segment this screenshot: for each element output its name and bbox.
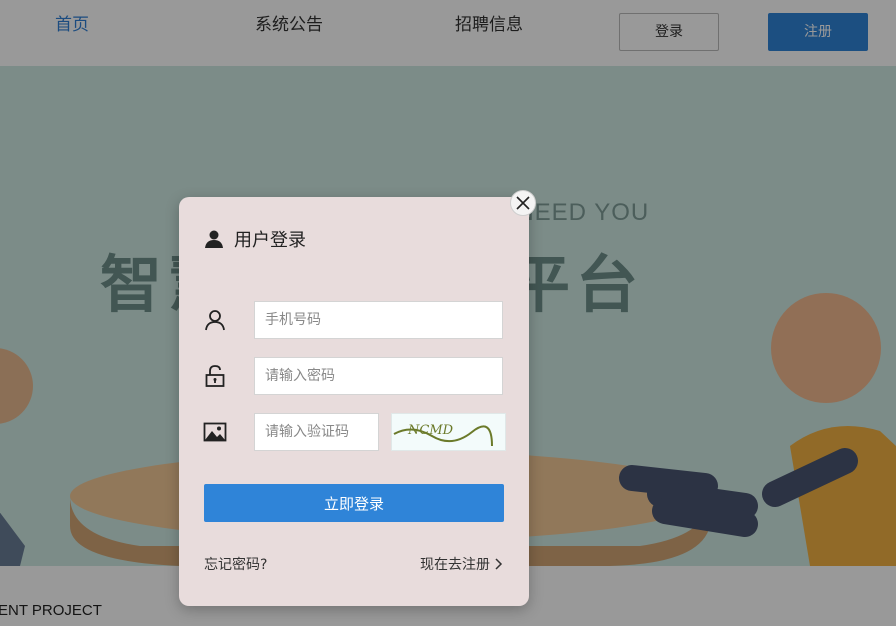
phone-input[interactable] xyxy=(254,301,503,339)
go-register-label: 现在去注册 xyxy=(420,557,490,573)
chevron-right-icon xyxy=(495,558,503,570)
lock-icon xyxy=(205,365,225,387)
user-outline-icon xyxy=(205,310,225,331)
password-input[interactable] xyxy=(254,357,503,395)
user-silhouette-icon xyxy=(205,230,223,248)
forgot-password-link[interactable]: 忘记密码? xyxy=(204,554,267,574)
login-modal: 用户登录 NCMD 立即登录 忘记密码? 现在去注册 xyxy=(179,190,536,606)
captcha-text: NCMD xyxy=(407,423,454,438)
captcha-image[interactable]: NCMD xyxy=(391,413,506,451)
close-icon xyxy=(516,196,530,210)
go-register-link[interactable]: 现在去注册 xyxy=(420,554,503,574)
modal-title: 用户登录 xyxy=(234,230,306,251)
login-submit-button[interactable]: 立即登录 xyxy=(204,484,504,522)
modal-header: 用户登录 xyxy=(204,227,306,251)
close-button[interactable] xyxy=(510,190,536,216)
captcha-input[interactable] xyxy=(254,413,379,451)
image-icon xyxy=(203,422,227,442)
captcha-graphic: NCMD xyxy=(393,423,493,447)
